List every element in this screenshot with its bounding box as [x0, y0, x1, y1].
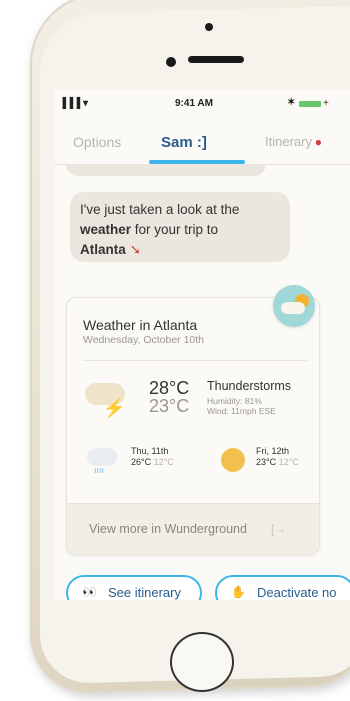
tab-itinerary-label: Itinerary	[265, 134, 312, 149]
badge-cloud-icon	[281, 302, 305, 314]
tab-bar: Options Sam :] Itinerary ●	[55, 124, 350, 165]
wunderground-link-label: View more in Wunderground	[89, 522, 247, 536]
weather-card: Weather in Atlanta Wednesday, October 10…	[66, 297, 320, 555]
map-pin-icon: ➘	[129, 242, 142, 257]
forecast-day-1-label: Thu, 11th	[131, 446, 169, 456]
today-humidity: Humidity: 81%	[207, 396, 262, 406]
proximity-sensor	[205, 23, 213, 31]
sun-icon	[221, 448, 245, 472]
lightning-bolt-icon: ⚡	[103, 398, 126, 418]
earpiece-speaker	[188, 56, 244, 63]
today-wind: Wind: 11mph ESE	[207, 406, 276, 416]
forecast-day-1-low: 12°C	[153, 457, 174, 467]
message-line-1: I've just taken a look at the	[80, 202, 240, 217]
forecast-day-2: Fri, 12th 23°C 12°C	[256, 446, 299, 468]
raindrops-icon: ıııı	[94, 465, 105, 475]
card-divider	[83, 360, 307, 361]
partly-cloudy-icon	[273, 285, 315, 327]
status-time: 9:41 AM	[175, 98, 213, 109]
hand-icon: ✋	[231, 585, 246, 599]
forecast-day-2-label: Fri, 12th	[256, 446, 290, 456]
bluetooth-icon: ✶	[287, 97, 296, 108]
forecast-day-2-low: 12°C	[278, 457, 299, 467]
see-itinerary-label: See itinerary	[108, 585, 181, 600]
front-camera	[166, 57, 176, 67]
deactivate-button[interactable]: ✋ Deactivate no	[215, 575, 350, 600]
message-city: Atlanta	[80, 242, 126, 257]
see-itinerary-button[interactable]: 👀 See itinerary	[66, 575, 202, 600]
deactivate-label: Deactivate no	[257, 585, 337, 600]
app-screen: ▐▐▐ ▾ 9:41 AM ✶ + Options Sam :] Itinera…	[55, 90, 350, 600]
external-arrow-icon: [→	[271, 522, 287, 536]
today-condition: Thunderstorms	[207, 379, 292, 393]
tab-sam[interactable]: Sam :]	[161, 134, 207, 151]
weather-card-title: Weather in Atlanta	[83, 317, 198, 333]
rain-cloud-icon	[87, 448, 117, 466]
tab-options[interactable]: Options	[73, 134, 121, 150]
eyes-icon: 👀	[82, 585, 97, 599]
forecast-day-2-high: 23°C	[256, 457, 277, 467]
today-low-temp: 23°C	[149, 396, 190, 416]
previous-message-bubble	[66, 164, 266, 176]
message-weather-word: weather	[80, 222, 132, 237]
wunderground-link[interactable]: View more in Wunderground [→	[67, 503, 319, 554]
home-button[interactable]	[170, 632, 234, 692]
bot-message-bubble: I've just taken a look at the weather fo…	[70, 192, 290, 262]
forecast-day-1-high: 26°C	[131, 457, 152, 467]
forecast-day-1: Thu, 11th 26°C 12°C	[131, 446, 174, 468]
weather-card-date: Wednesday, October 10th	[83, 334, 205, 346]
notification-dot-icon: ●	[314, 135, 322, 149]
battery-icon	[299, 101, 321, 107]
status-bar: ▐▐▐ ▾ 9:41 AM ✶ +	[55, 90, 350, 118]
message-line-2: for your trip to	[131, 222, 219, 237]
battery-tip-icon: +	[323, 98, 329, 109]
signal-wifi-icon: ▐▐▐ ▾	[59, 98, 89, 109]
tab-itinerary[interactable]: Itinerary ●	[265, 134, 322, 149]
